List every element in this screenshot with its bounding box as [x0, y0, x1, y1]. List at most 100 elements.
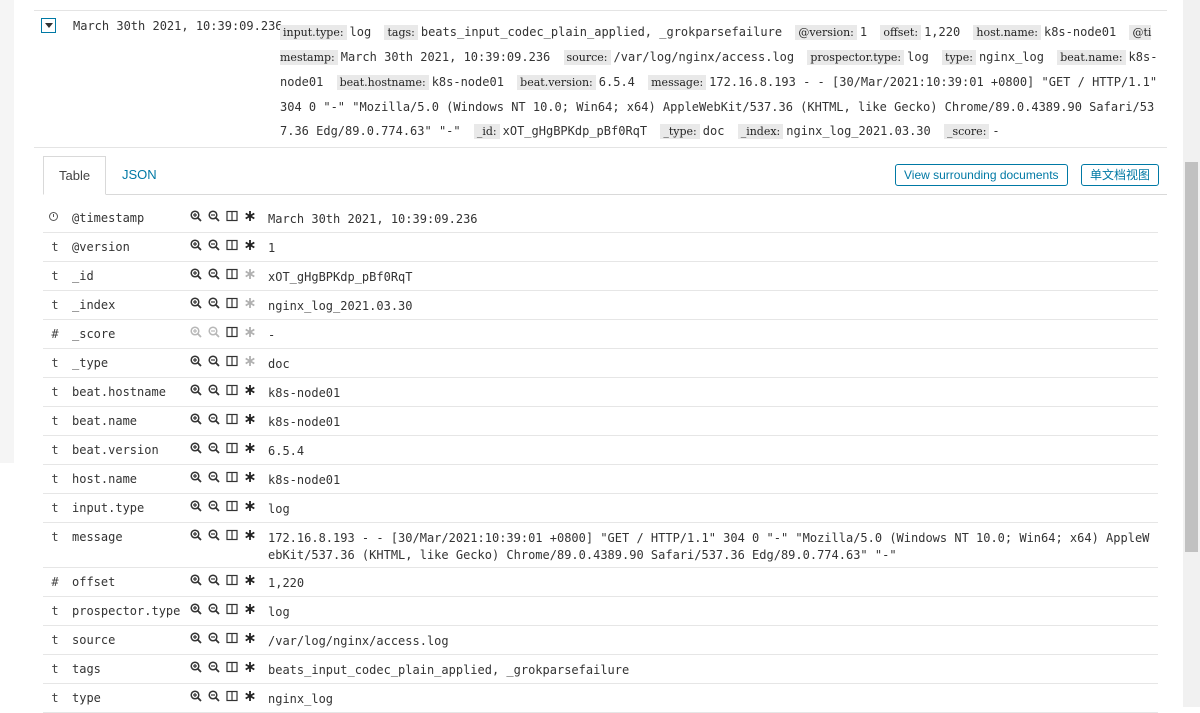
summary-value: nginx_log_2021.03.30 [786, 124, 931, 138]
view-surrounding-documents-button[interactable]: View surrounding documents [895, 164, 1068, 186]
filter-out-value-icon[interactable] [208, 413, 220, 427]
filter-out-value-icon[interactable] [208, 632, 220, 646]
field-value: k8s-node01 [268, 415, 341, 429]
field-row-id: t _id xOT_gHgBPKdp_pBf0RqT [43, 262, 1158, 291]
tab-json[interactable]: JSON [107, 156, 172, 194]
field-type-icon: t [51, 530, 59, 544]
toggle-column-icon[interactable] [226, 442, 238, 456]
summary-value: k8s-node01 [1043, 25, 1117, 39]
field-actions [190, 297, 256, 311]
toggle-column-icon[interactable] [226, 268, 238, 282]
filter-for-value-icon[interactable] [190, 355, 202, 369]
field-name: prospector.type [72, 604, 181, 618]
filter-for-value-icon[interactable] [190, 471, 202, 485]
filter-out-value-icon[interactable] [208, 210, 220, 224]
summary-value: - [992, 124, 1000, 138]
filter-exists-icon[interactable] [244, 500, 256, 514]
filter-for-value-icon[interactable] [190, 297, 202, 311]
collapse-row-button[interactable] [41, 18, 56, 33]
filter-exists-icon[interactable] [244, 413, 256, 427]
field-value: 172.16.8.193 - - [30/Mar/2021:10:39:01 +… [268, 531, 1150, 562]
filter-for-value-icon[interactable] [190, 661, 202, 675]
field-actions [190, 632, 256, 646]
filter-out-value-icon[interactable] [208, 500, 220, 514]
filter-out-value-icon[interactable] [208, 603, 220, 617]
filter-for-value-icon[interactable] [190, 268, 202, 282]
filter-for-value-icon[interactable] [190, 384, 202, 398]
field-row-beat-version: t beat.version 6.5.4 [43, 436, 1158, 465]
toggle-column-icon[interactable] [226, 239, 238, 253]
field-value: - [268, 328, 276, 342]
summary-pair: source:/var/log/nginx/access.log [563, 50, 794, 65]
toggle-column-icon[interactable] [226, 413, 238, 427]
filter-for-value-icon[interactable] [190, 632, 202, 646]
filter-out-value-icon[interactable] [208, 529, 220, 543]
filter-for-value-icon[interactable] [190, 603, 202, 617]
toggle-column-icon[interactable] [226, 632, 238, 646]
filter-out-value-icon[interactable] [208, 355, 220, 369]
toggle-column-icon[interactable] [226, 603, 238, 617]
filter-exists-icon[interactable] [244, 442, 256, 456]
toggle-column-icon[interactable] [226, 529, 238, 543]
single-document-view-button[interactable]: 单文档视图 [1081, 164, 1160, 186]
filter-out-value-icon[interactable] [208, 268, 220, 282]
field-actions [190, 661, 256, 675]
filter-for-value-icon[interactable] [190, 574, 202, 588]
summary-key: offset: [880, 25, 922, 40]
filter-out-value-icon[interactable] [208, 239, 220, 253]
filter-exists-icon [244, 326, 256, 340]
field-type-icon: t [51, 443, 59, 457]
filter-exists-icon[interactable] [244, 690, 256, 704]
filter-exists-icon[interactable] [244, 603, 256, 617]
scrollbar-thumb[interactable] [1185, 162, 1198, 552]
toggle-column-icon[interactable] [226, 355, 238, 369]
filter-out-value-icon[interactable] [208, 384, 220, 398]
toggle-column-icon[interactable] [226, 326, 238, 340]
filter-out-value-icon[interactable] [208, 297, 220, 311]
filter-out-value-icon[interactable] [208, 690, 220, 704]
filter-for-value-icon[interactable] [190, 690, 202, 704]
toggle-column-icon[interactable] [226, 210, 238, 224]
field-type-icon: t [51, 414, 59, 428]
filter-for-value-icon[interactable] [190, 413, 202, 427]
toggle-column-icon[interactable] [226, 384, 238, 398]
field-actions [190, 690, 256, 704]
filter-for-value-icon[interactable] [190, 529, 202, 543]
field-type-icon: t [51, 240, 59, 254]
filter-exists-icon[interactable] [244, 661, 256, 675]
field-row-prospector-type: t prospector.type log [43, 597, 1158, 626]
filter-out-value-icon[interactable] [208, 661, 220, 675]
filter-exists-icon[interactable] [244, 632, 256, 646]
filter-exists-icon[interactable] [244, 210, 256, 224]
filter-exists-icon[interactable] [244, 471, 256, 485]
toggle-column-icon[interactable] [226, 661, 238, 675]
toggle-column-icon[interactable] [226, 471, 238, 485]
field-name: input.type [72, 501, 145, 515]
toggle-column-icon[interactable] [226, 690, 238, 704]
field-actions [190, 210, 256, 224]
field-row-beat-hostname: t beat.hostname k8s-node01 [43, 378, 1158, 407]
filter-for-value-icon[interactable] [190, 500, 202, 514]
field-type-icon: t [51, 269, 59, 283]
filter-exists-icon[interactable] [244, 529, 256, 543]
toggle-column-icon[interactable] [226, 574, 238, 588]
field-name: @version [72, 240, 130, 254]
scrollbar[interactable] [1183, 0, 1200, 707]
filter-out-value-icon[interactable] [208, 471, 220, 485]
filter-exists-icon[interactable] [244, 384, 256, 398]
filter-exists-icon[interactable] [244, 239, 256, 253]
toggle-column-icon[interactable] [226, 500, 238, 514]
filter-for-value-icon[interactable] [190, 442, 202, 456]
field-row-source: t source/var/log/nginx/access.log [43, 626, 1158, 655]
filter-exists-icon[interactable] [244, 574, 256, 588]
filter-out-value-icon[interactable] [208, 574, 220, 588]
field-row-beat-name: t beat.name k8s-node01 [43, 407, 1158, 436]
filter-out-value-icon[interactable] [208, 442, 220, 456]
summary-value: log [907, 50, 929, 64]
toggle-column-icon[interactable] [226, 297, 238, 311]
summary-key: _score: [944, 124, 990, 139]
summary-key: source: [563, 50, 611, 65]
tab-table[interactable]: Table [43, 156, 107, 195]
filter-for-value-icon[interactable] [190, 210, 202, 224]
filter-for-value-icon[interactable] [190, 239, 202, 253]
